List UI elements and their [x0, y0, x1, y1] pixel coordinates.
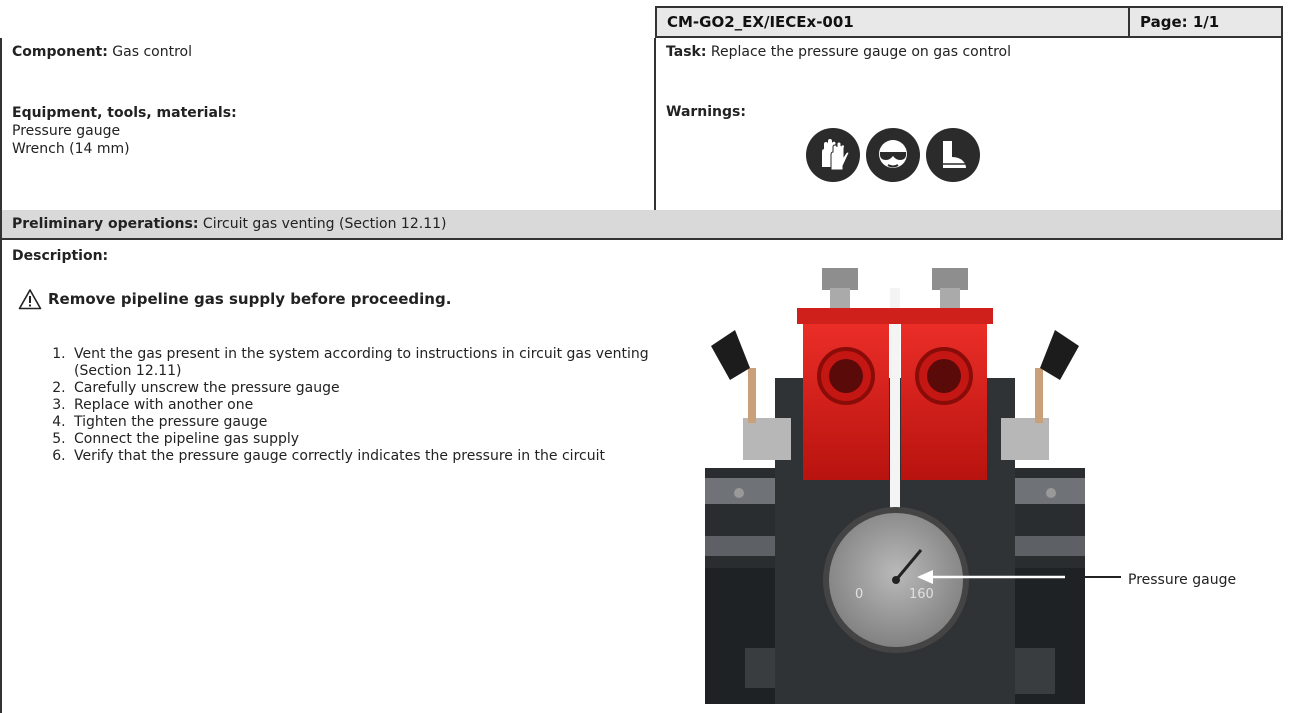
- step-item: Carefully unscrew the pressure gauge: [70, 380, 670, 397]
- gauge-tick-label: 160: [909, 587, 934, 602]
- component-label: Component:: [12, 44, 108, 60]
- warnings-cell: Warnings:: [654, 98, 1283, 212]
- task-value: Replace the pressure gauge on gas contro…: [710, 44, 1011, 60]
- preliminary-operations-row: Preliminary operations: Circuit gas vent…: [0, 210, 1283, 240]
- step-item: Connect the pipeline gas supply: [70, 431, 670, 448]
- task-cell: Task: Replace the pressure gauge on gas …: [654, 38, 1283, 100]
- notice-text: Remove pipeline gas supply before procee…: [48, 290, 452, 308]
- preliminary-label: Preliminary operations:: [12, 216, 199, 232]
- equipment-item: Wrench (14 mm): [12, 141, 130, 157]
- step-item: Vent the gas present in the system accor…: [70, 346, 670, 380]
- document-code: CM-GO2_EX/IECEx-001: [655, 6, 1128, 38]
- task-label: Task:: [666, 44, 707, 60]
- gauge-tick-label: 0: [855, 587, 863, 602]
- equipment-cell: Equipment, tools, materials: Pressure ga…: [0, 98, 656, 212]
- notice: Remove pipeline gas supply before procee…: [18, 288, 451, 310]
- step-item: Tighten the pressure gauge: [70, 414, 670, 431]
- gloves-icon: [806, 128, 860, 182]
- gas-control-illustration: 0 160: [705, 268, 1085, 704]
- safety-glasses-icon: [866, 128, 920, 182]
- page-indicator: Page: 1/1: [1128, 6, 1283, 38]
- step-item: Verify that the pressure gauge correctly…: [70, 448, 670, 465]
- header-spacer: [0, 0, 655, 40]
- component-cell: Component: Gas control: [0, 38, 656, 100]
- equipment-label: Equipment, tools, materials:: [12, 105, 237, 121]
- warning-triangle-icon: [18, 289, 42, 310]
- steps-list: Vent the gas present in the system accor…: [32, 346, 670, 465]
- component-value: Gas control: [112, 44, 192, 60]
- safety-boots-icon: [926, 128, 980, 182]
- step-item: Replace with another one: [70, 397, 670, 414]
- warning-icons: [806, 128, 980, 182]
- equipment-item: Pressure gauge: [12, 123, 121, 139]
- callout-line: [1085, 576, 1121, 578]
- preliminary-value: Circuit gas venting (Section 12.11): [202, 216, 447, 232]
- description-label: Description:: [12, 248, 109, 264]
- callout-label: Pressure gauge: [1128, 572, 1237, 588]
- description-section: Description: Remove pipeline gas supply …: [0, 238, 1283, 713]
- warnings-label: Warnings:: [666, 104, 746, 120]
